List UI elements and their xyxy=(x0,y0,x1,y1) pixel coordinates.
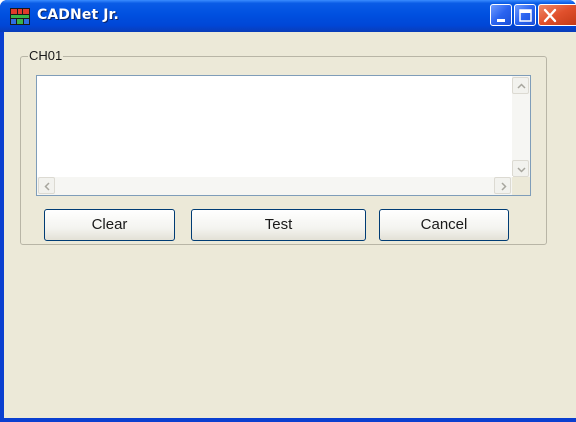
groupbox-label: CH01 xyxy=(28,48,64,63)
cadnet-app-icon xyxy=(10,8,30,25)
chevron-up-icon xyxy=(517,83,526,89)
chevron-right-icon xyxy=(501,182,507,191)
minimize-icon xyxy=(497,19,505,22)
window-bottom-border xyxy=(0,418,576,422)
maximize-icon xyxy=(519,9,532,22)
output-textarea[interactable] xyxy=(36,75,531,196)
window-client-area: CH01 Clear Test Cancel xyxy=(4,32,576,418)
scroll-right-button[interactable] xyxy=(494,177,511,194)
scrollbar-corner xyxy=(512,177,530,195)
clear-button[interactable]: Clear xyxy=(44,209,175,241)
app-window: CADNet Jr. CH01 Clear Test Cancel xyxy=(0,0,576,422)
scroll-down-button[interactable] xyxy=(512,160,529,177)
cancel-button[interactable]: Cancel xyxy=(379,209,509,241)
close-icon xyxy=(543,8,557,23)
scroll-up-button[interactable] xyxy=(512,77,529,94)
chevron-left-icon xyxy=(44,182,50,191)
test-button[interactable]: Test xyxy=(191,209,366,241)
horizontal-scrollbar[interactable] xyxy=(37,176,513,195)
close-button[interactable] xyxy=(538,4,576,26)
minimize-button[interactable] xyxy=(490,4,512,26)
scroll-left-button[interactable] xyxy=(38,177,55,194)
maximize-button[interactable] xyxy=(514,4,536,26)
window-title: CADNet Jr. xyxy=(37,7,119,23)
title-bar[interactable]: CADNet Jr. xyxy=(0,0,576,32)
vertical-scrollbar[interactable] xyxy=(511,76,530,178)
chevron-down-icon xyxy=(517,167,526,173)
